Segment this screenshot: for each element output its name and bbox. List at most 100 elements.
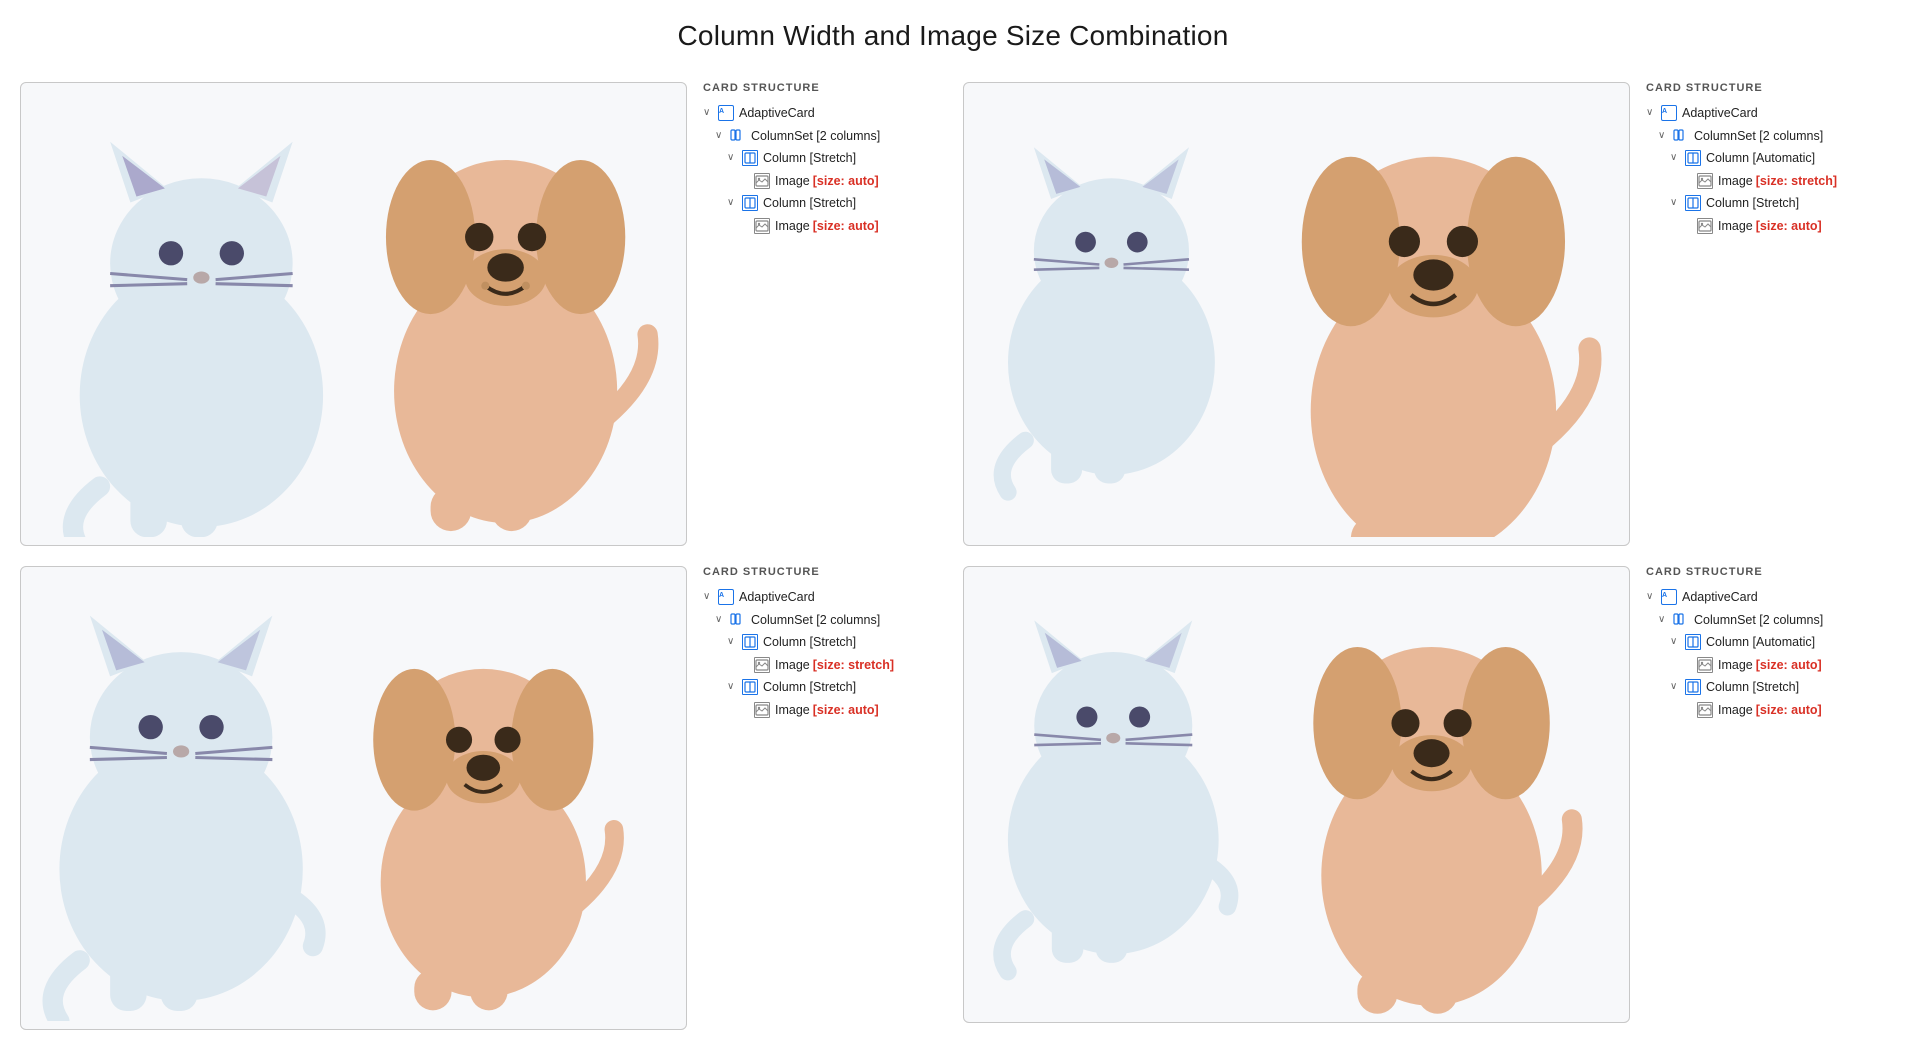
node-text: Column [Stretch] — [763, 676, 856, 699]
chevron-icon: ∨ — [1646, 104, 1658, 122]
card-cell-1: CARD STRUCTURE ∨ A AdaptiveCard ∨ Column… — [20, 82, 943, 546]
node-text: Column [Stretch] — [1706, 676, 1799, 699]
card-preview-4 — [963, 566, 1630, 1023]
structure-label-3: CARD STRUCTURE — [703, 566, 943, 578]
chevron-icon: ∨ — [1670, 678, 1682, 696]
card-preview-1 — [20, 82, 687, 546]
chevron-icon: ∨ — [1670, 149, 1682, 167]
tree-column-3b: ∨ Column [Stretch] — [703, 676, 943, 699]
tree-column-4a: ∨ Column [Automatic] — [1646, 631, 1886, 654]
tree-columnset-3: ∨ ColumnSet [2 columns] — [703, 609, 943, 632]
red-text: [size: auto] — [1756, 215, 1822, 238]
page-title: Column Width and Image Size Combination — [20, 20, 1886, 52]
tree-column-1b: ∨ Column [Stretch] — [703, 192, 943, 215]
chevron-icon: ∨ — [727, 149, 739, 167]
chevron-icon: ∨ — [1646, 588, 1658, 606]
tree-image-1b: ∨ Image [size: auto] — [703, 215, 943, 238]
red-text: [size: auto] — [813, 699, 879, 722]
card-structure-1: CARD STRUCTURE ∨ A AdaptiveCard ∨ Column… — [703, 82, 943, 237]
image-icon — [1697, 173, 1713, 189]
tree-image-2b: ∨ Image [size: auto] — [1646, 215, 1886, 238]
node-text: Image — [775, 699, 810, 722]
card-preview-3 — [20, 566, 687, 1030]
card-image-4 — [972, 575, 1621, 1014]
tree-adaptive-card-3: ∨ A AdaptiveCard — [703, 586, 943, 609]
tree-image-2a: ∨ Image [size: stretch] — [1646, 170, 1886, 193]
image-icon — [1697, 218, 1713, 234]
card-structure-2: CARD STRUCTURE ∨ A AdaptiveCard ∨ Column… — [1646, 82, 1886, 237]
red-text: [size: auto] — [1756, 699, 1822, 722]
column-set-icon — [730, 612, 746, 628]
node-text: Image — [775, 170, 810, 193]
card-preview-2 — [963, 82, 1630, 546]
red-text: [size: stretch] — [1756, 170, 1837, 193]
node-text: Column [Stretch] — [763, 147, 856, 170]
chevron-icon: ∨ — [727, 678, 739, 696]
column-icon — [742, 195, 758, 211]
node-text: AdaptiveCard — [739, 102, 815, 125]
node-text: ColumnSet [2 columns] — [751, 609, 880, 632]
tree-columnset-2: ∨ ColumnSet [2 columns] — [1646, 125, 1886, 148]
red-text: [size: stretch] — [813, 654, 894, 677]
tree-adaptive-card-4: ∨ A AdaptiveCard — [1646, 586, 1886, 609]
node-text: Image — [775, 215, 810, 238]
structure-label-1: CARD STRUCTURE — [703, 82, 943, 94]
card-structure-4: CARD STRUCTURE ∨ A AdaptiveCard ∨ Column… — [1646, 566, 1886, 721]
node-text: Column [Stretch] — [763, 192, 856, 215]
tree-columnset-1: ∨ ColumnSet [2 columns] — [703, 125, 943, 148]
node-text: Column [Stretch] — [1706, 192, 1799, 215]
chevron-icon: ∨ — [1670, 633, 1682, 651]
node-text: Column [Automatic] — [1706, 147, 1815, 170]
column-set-icon — [730, 128, 746, 144]
card-structure-3: CARD STRUCTURE ∨ A AdaptiveCard ∨ Column… — [703, 566, 943, 721]
node-text: AdaptiveCard — [1682, 102, 1758, 125]
image-icon — [1697, 657, 1713, 673]
structure-label-4: CARD STRUCTURE — [1646, 566, 1886, 578]
column-set-icon — [1673, 612, 1689, 628]
image-icon — [754, 657, 770, 673]
tree-column-1a: ∨ Column [Stretch] — [703, 147, 943, 170]
tree-column-2b: ∨ Column [Stretch] — [1646, 192, 1886, 215]
adaptive-card-icon: A — [1661, 105, 1677, 121]
chevron-icon: ∨ — [703, 588, 715, 606]
column-icon — [1685, 634, 1701, 650]
node-text: Image — [1718, 170, 1753, 193]
main-grid: CARD STRUCTURE ∨ A AdaptiveCard ∨ Column… — [20, 82, 1886, 1030]
card-image-2 — [972, 91, 1621, 537]
node-text: Image — [1718, 654, 1753, 677]
card-cell-4: CARD STRUCTURE ∨ A AdaptiveCard ∨ Column… — [963, 566, 1886, 1030]
card-cell-2: CARD STRUCTURE ∨ A AdaptiveCard ∨ Column… — [963, 82, 1886, 546]
tree-column-4b: ∨ Column [Stretch] — [1646, 676, 1886, 699]
column-icon — [1685, 150, 1701, 166]
chevron-icon: ∨ — [1670, 194, 1682, 212]
chevron-icon: ∨ — [703, 104, 715, 122]
tree-image-3b: ∨ Image [size: auto] — [703, 699, 943, 722]
tree-adaptive-card-1: ∨ A AdaptiveCard — [703, 102, 943, 125]
node-text: Image — [775, 654, 810, 677]
node-text: Column [Stretch] — [763, 631, 856, 654]
card-image-3 — [29, 575, 678, 1021]
chevron-icon: ∨ — [727, 633, 739, 651]
chevron-icon: ∨ — [1658, 611, 1670, 629]
node-text: ColumnSet [2 columns] — [1694, 125, 1823, 148]
column-icon — [1685, 679, 1701, 695]
image-icon — [754, 173, 770, 189]
column-icon — [742, 679, 758, 695]
node-text: ColumnSet [2 columns] — [1694, 609, 1823, 632]
image-icon — [754, 218, 770, 234]
adaptive-card-icon: A — [718, 589, 734, 605]
node-text: ColumnSet [2 columns] — [751, 125, 880, 148]
card-image-1 — [29, 91, 678, 537]
column-set-icon — [1673, 128, 1689, 144]
red-text: [size: auto] — [813, 215, 879, 238]
chevron-icon: ∨ — [715, 611, 727, 629]
column-icon — [742, 634, 758, 650]
structure-label-2: CARD STRUCTURE — [1646, 82, 1886, 94]
chevron-icon: ∨ — [1658, 127, 1670, 145]
tree-image-3a: ∨ Image [size: stretch] — [703, 654, 943, 677]
node-text: Image — [1718, 699, 1753, 722]
tree-image-4a: ∨ Image [size: auto] — [1646, 654, 1886, 677]
column-icon — [1685, 195, 1701, 211]
card-cell-3: CARD STRUCTURE ∨ A AdaptiveCard ∨ Column… — [20, 566, 943, 1030]
adaptive-card-icon: A — [718, 105, 734, 121]
